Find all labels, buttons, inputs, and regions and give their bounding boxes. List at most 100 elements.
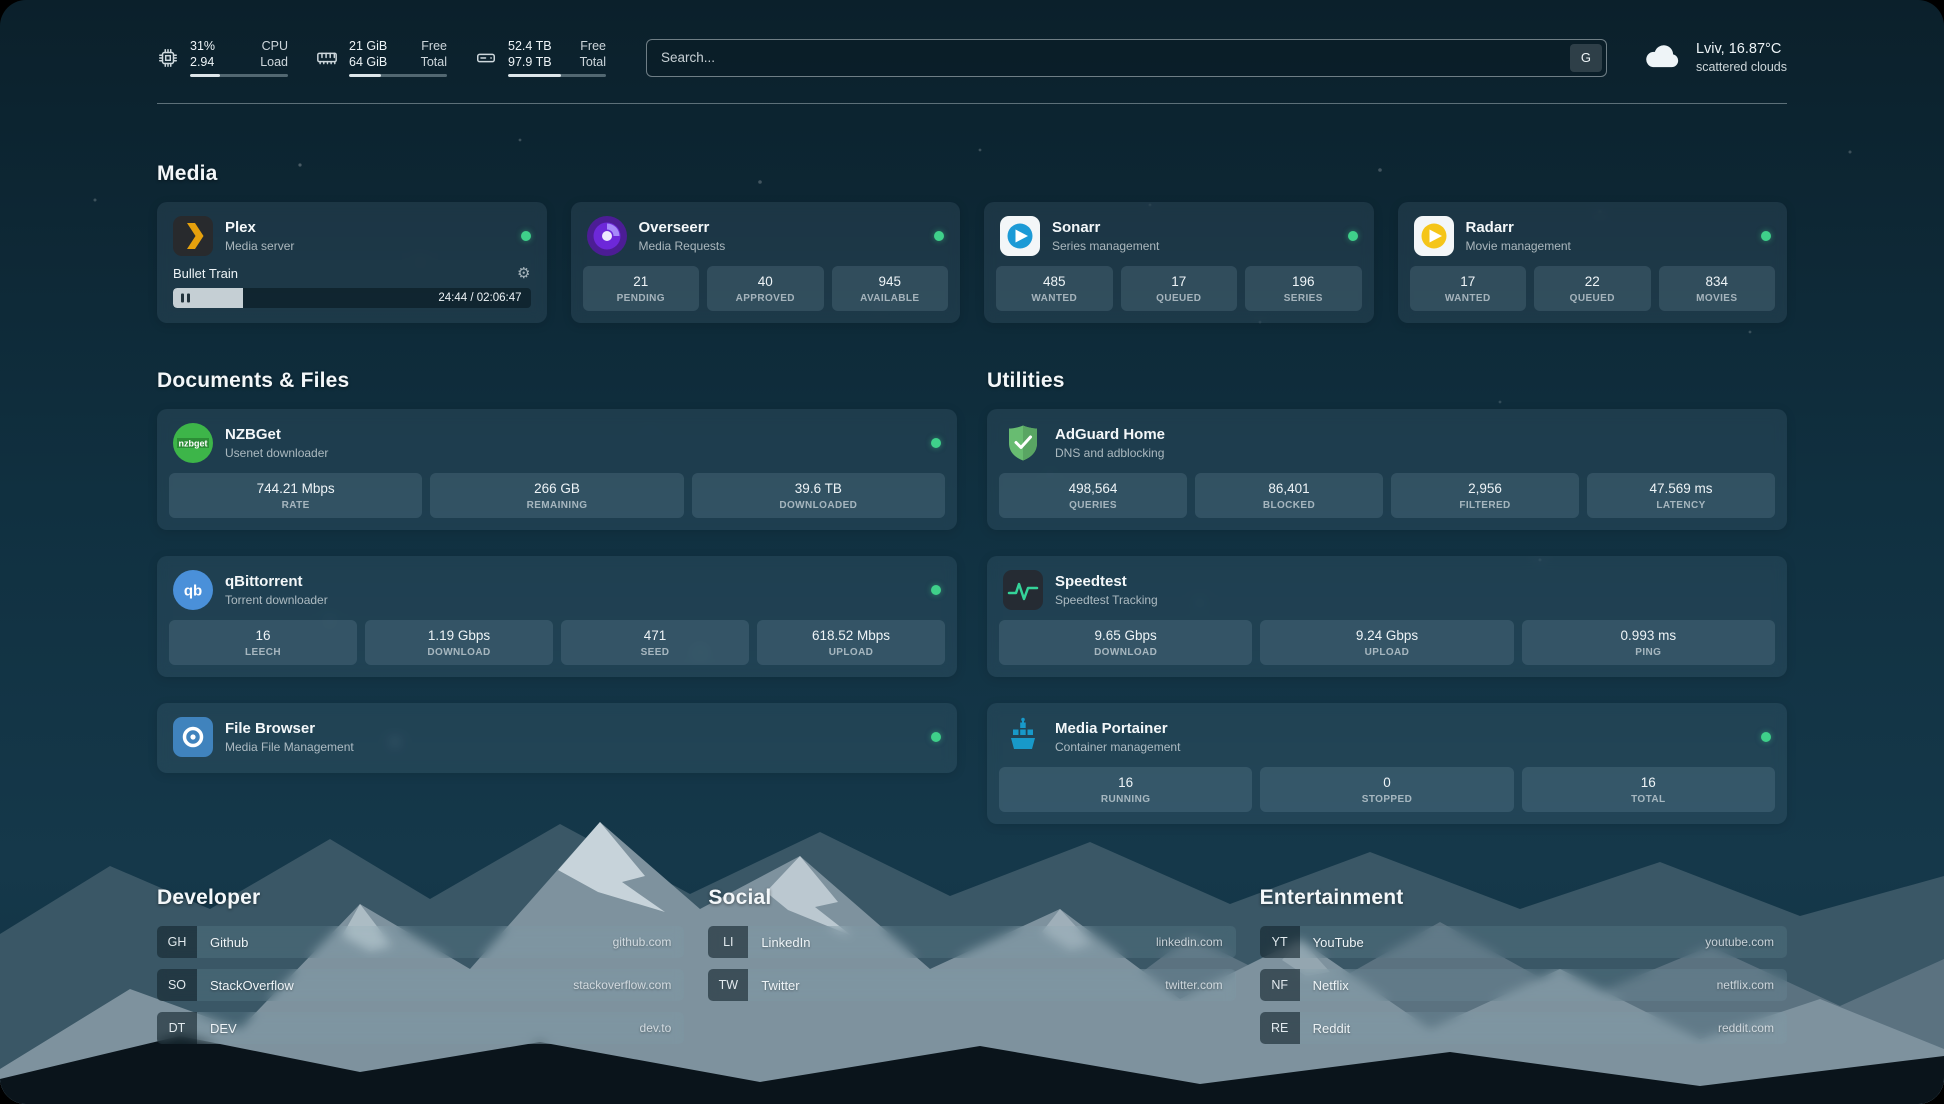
resource-cpu: 31% CPU 2.94 Load — [157, 38, 288, 77]
bookmark-domain: twitter.com — [1165, 978, 1222, 992]
bookmark-name: YouTube — [1313, 935, 1364, 950]
pause-icon[interactable] — [181, 294, 190, 303]
bookmark-github[interactable]: GH Github github.com — [157, 926, 684, 958]
stat-box: 16 RUNNING — [999, 767, 1252, 812]
status-dot — [521, 231, 531, 241]
stat-value: 16 — [175, 628, 351, 643]
service-card-speedtest[interactable]: Speedtest Speedtest Tracking 9.65 Gbps D… — [987, 556, 1787, 677]
stat-label: REMAINING — [436, 500, 677, 511]
radarr-icon — [1414, 216, 1454, 256]
service-card-adguard[interactable]: AdGuard Home DNS and adblocking 498,564 … — [987, 409, 1787, 530]
service-card-plex[interactable]: Plex Media server Bullet Train ⚙ — [157, 202, 547, 323]
service-card-sonarr[interactable]: Sonarr Series management 485 WANTED 17 Q… — [984, 202, 1374, 323]
cpu-usage-bar — [190, 74, 288, 77]
bookmark-name: DEV — [210, 1021, 237, 1036]
service-card-portainer[interactable]: Media Portainer Container management 16 … — [987, 703, 1787, 824]
stat-box: 0 STOPPED — [1260, 767, 1513, 812]
weather-condition: scattered clouds — [1696, 60, 1787, 74]
service-card-qbittorrent[interactable]: qb qBittorrent Torrent downloader 16 LEE… — [157, 556, 957, 677]
stat-box: 21 PENDING — [583, 266, 700, 311]
bookmarks-area: Developer GH Github github.com SO StackO… — [157, 886, 1787, 1099]
bookmark-group-title: Entertainment — [1260, 886, 1787, 910]
svg-text:nzbget: nzbget — [179, 439, 208, 449]
bookmark-linkedin[interactable]: LI LinkedIn linkedin.com — [708, 926, 1235, 958]
stat-box: 47.569 ms LATENCY — [1587, 473, 1775, 518]
stat-value: 22 — [1540, 274, 1645, 289]
stat-box: 471 SEED — [561, 620, 749, 665]
bookmark-name: StackOverflow — [210, 978, 294, 993]
search-input[interactable] — [661, 50, 1560, 65]
stat-value: 16 — [1528, 775, 1769, 790]
search-provider-button[interactable]: G — [1570, 44, 1602, 72]
stat-value: 9.24 Gbps — [1266, 628, 1507, 643]
bookmark-group-title: Developer — [157, 886, 684, 910]
bookmark-netflix[interactable]: NF Netflix netflix.com — [1260, 969, 1787, 1001]
stat-value: 945 — [838, 274, 943, 289]
system-resources: 31% CPU 2.94 Load — [157, 38, 606, 77]
header-divider — [157, 103, 1787, 104]
service-text: Radarr Movie management — [1466, 219, 1571, 253]
stat-value: 9.65 Gbps — [1005, 628, 1246, 643]
bookmark-youtube[interactable]: YT YouTube youtube.com — [1260, 926, 1787, 958]
stat-label: DOWNLOAD — [371, 647, 547, 658]
stat-box: 744.21 Mbps RATE — [169, 473, 422, 518]
stat-box: 834 MOVIES — [1659, 266, 1776, 311]
service-name: Media Portainer — [1055, 720, 1180, 737]
bookmark-dev[interactable]: DT DEV dev.to — [157, 1012, 684, 1044]
card-header: Overseerr Media Requests — [583, 212, 949, 266]
service-subtitle: Usenet downloader — [225, 446, 328, 460]
stat-label: PENDING — [589, 293, 694, 304]
disk-total-value: 97.9 TB — [508, 54, 552, 70]
plex-now-playing: Bullet Train ⚙ 24:44 / 02:06:47 — [169, 266, 535, 308]
bookmark-domain: github.com — [613, 935, 672, 949]
bookmark-stackoverflow[interactable]: SO StackOverflow stackoverflow.com — [157, 969, 684, 1001]
resource-row: 2.94 Load — [190, 54, 288, 70]
resource-memory-body: 21 GiB Free 64 GiB Total — [349, 38, 447, 77]
stat-box: 266 GB REMAINING — [430, 473, 683, 518]
service-text: File Browser Media File Management — [225, 720, 354, 754]
service-name: File Browser — [225, 720, 354, 737]
cpu-percent: 31% — [190, 38, 215, 54]
stat-box: 2,956 FILTERED — [1391, 473, 1579, 518]
service-card-filebrowser[interactable]: File Browser Media File Management — [157, 703, 957, 773]
bookmark-abbr: LI — [708, 926, 748, 958]
service-text: qBittorrent Torrent downloader — [225, 573, 328, 607]
service-name: Overseerr — [639, 219, 726, 236]
resource-row: 21 GiB Free — [349, 38, 447, 54]
bookmark-abbr: TW — [708, 969, 748, 1001]
resource-cpu-body: 31% CPU 2.94 Load — [190, 38, 288, 77]
cpu-icon — [157, 47, 179, 69]
stats-row: 16 RUNNING 0 STOPPED 16 TOTAL — [999, 767, 1775, 812]
bookmark-domain: netflix.com — [1717, 978, 1774, 992]
weather-location: Lviv, 16.87°C — [1696, 41, 1787, 57]
service-name: Sonarr — [1052, 219, 1159, 236]
filebrowser-icon — [173, 717, 213, 757]
top-bar: 31% CPU 2.94 Load — [157, 38, 1787, 77]
memory-free-value: 21 GiB — [349, 38, 387, 54]
stat-label: UPLOAD — [763, 647, 939, 658]
service-name: Radarr — [1466, 219, 1571, 236]
stat-label: STOPPED — [1266, 794, 1507, 805]
service-card-radarr[interactable]: Radarr Movie management 17 WANTED 22 QUE… — [1398, 202, 1788, 323]
service-card-nzbget[interactable]: nzbget NZBGet Usenet downloader 744.21 M… — [157, 409, 957, 530]
stat-value: 0.993 ms — [1528, 628, 1769, 643]
settings-gear-icon[interactable]: ⚙ — [517, 266, 530, 281]
playback-time: 24:44 / 02:06:47 — [438, 292, 521, 304]
dashboard-window: 31% CPU 2.94 Load — [0, 0, 1944, 1104]
bookmark-twitter[interactable]: TW Twitter twitter.com — [708, 969, 1235, 1001]
card-header: Speedtest Speedtest Tracking — [999, 566, 1775, 620]
service-name: qBittorrent — [225, 573, 328, 590]
stat-box: 196 SERIES — [1245, 266, 1362, 311]
stat-label: SERIES — [1251, 293, 1356, 304]
service-card-overseerr[interactable]: Overseerr Media Requests 21 PENDING 40 A… — [571, 202, 961, 323]
stats-row: 485 WANTED 17 QUEUED 196 SERIES — [996, 266, 1362, 311]
stat-label: DOWNLOAD — [1005, 647, 1246, 658]
bookmark-reddit[interactable]: RE Reddit reddit.com — [1260, 1012, 1787, 1044]
search-bar[interactable]: G — [646, 39, 1607, 77]
card-header: qb qBittorrent Torrent downloader — [169, 566, 945, 620]
playback-progress-bar[interactable]: 24:44 / 02:06:47 — [173, 288, 531, 308]
bookmark-abbr: YT — [1260, 926, 1300, 958]
cpu-load-label: Load — [260, 54, 288, 70]
bookmark-name: Twitter — [761, 978, 799, 993]
stat-value: 1.19 Gbps — [371, 628, 547, 643]
